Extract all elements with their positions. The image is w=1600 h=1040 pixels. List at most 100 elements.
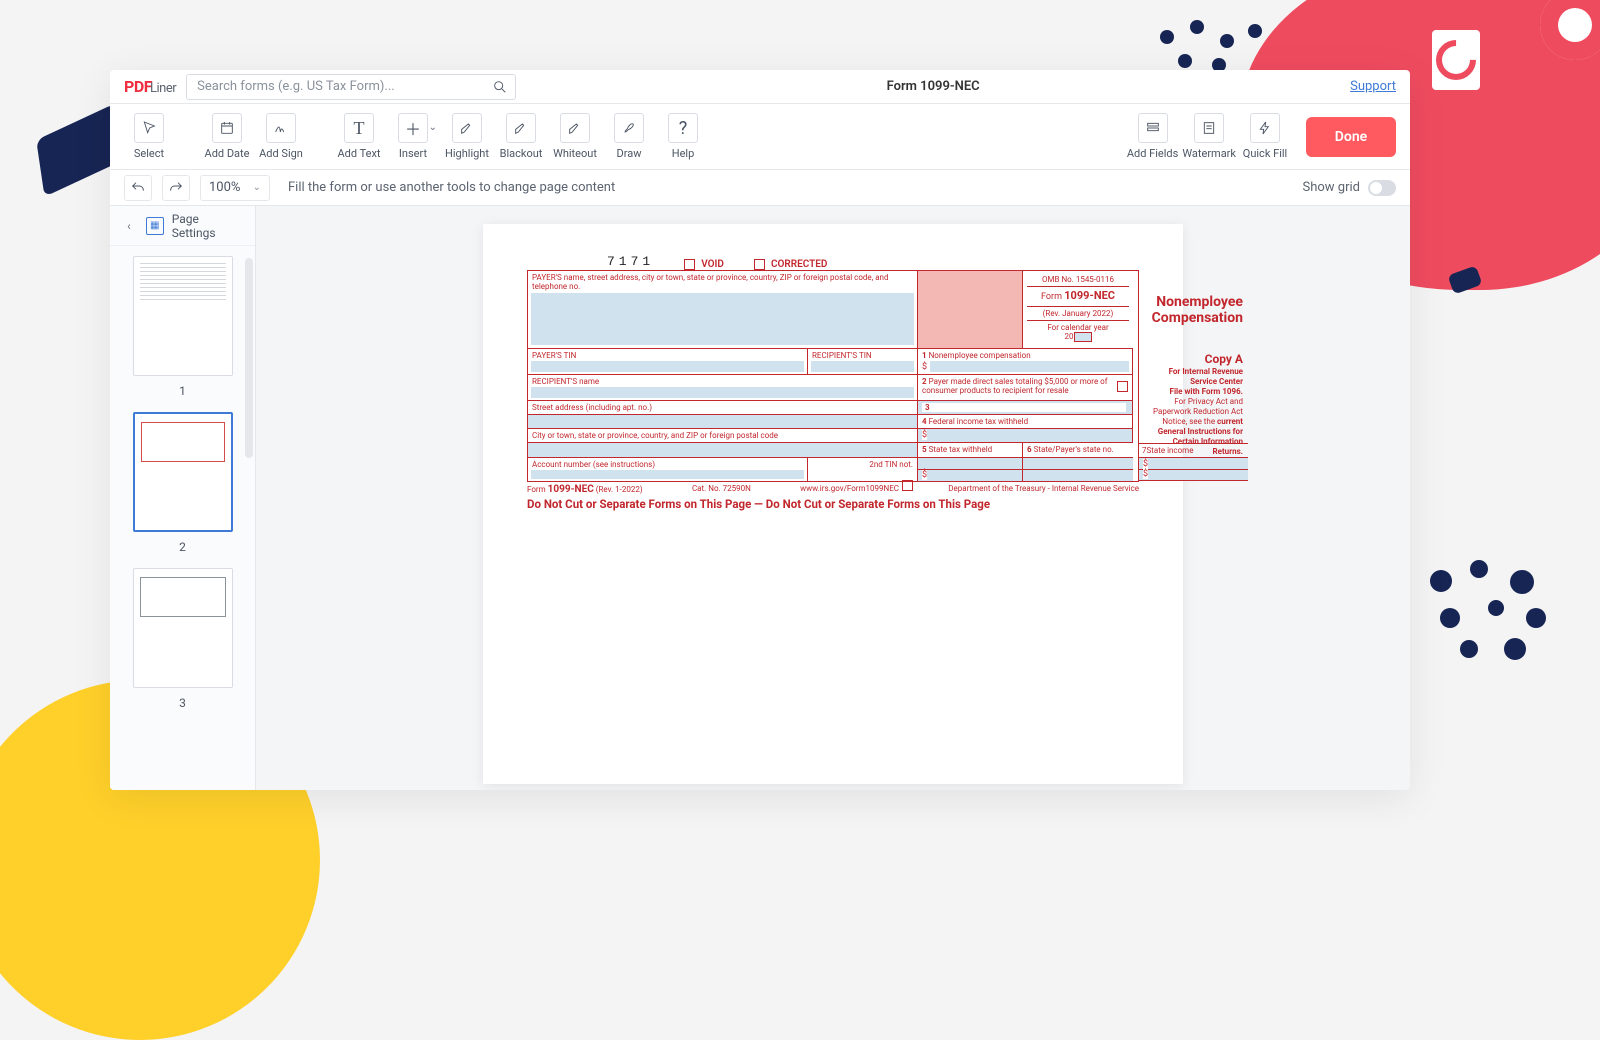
box-6-input[interactable] xyxy=(1023,457,1133,481)
box-1-field[interactable]: 1Nonemployee compensation$ xyxy=(918,349,1133,375)
pink-reserved-cell xyxy=(918,271,1023,349)
document-page[interactable]: 7171 VOID CORRECTED PAYER'S name, street… xyxy=(483,224,1183,784)
highlight-tool[interactable]: Highlight xyxy=(442,111,492,163)
blackout-tool[interactable]: Blackout xyxy=(496,111,546,163)
form-title: NonemployeeCompensation xyxy=(1138,291,1248,329)
brush-icon xyxy=(614,113,644,143)
done-button[interactable]: Done xyxy=(1306,117,1396,157)
page-number-1: 1 xyxy=(122,384,243,398)
do-not-cut-banner: Do Not Cut or Separate Forms on This Pag… xyxy=(527,498,1139,511)
payers-tin-field[interactable]: PAYER'S TIN xyxy=(528,349,808,375)
quick-fill-label: Quick Fill xyxy=(1243,147,1287,160)
document-title: Form 1099-NEC xyxy=(526,79,1340,94)
logo-liner: Liner xyxy=(150,81,176,96)
draw-tool[interactable]: Draw xyxy=(604,111,654,163)
whiteout-label: Whiteout xyxy=(553,147,597,160)
show-grid-toggle[interactable]: Show grid xyxy=(1303,180,1396,196)
search-input[interactable] xyxy=(186,74,516,100)
city-input[interactable] xyxy=(528,443,918,457)
cursor-icon xyxy=(134,113,164,143)
box-4-field[interactable]: 4Federal income tax withheld xyxy=(918,415,1133,429)
add-fields-tool[interactable]: Add Fields xyxy=(1127,111,1178,163)
whiteout-tool[interactable]: Whiteout xyxy=(550,111,600,163)
question-icon: ? xyxy=(668,113,698,143)
box-6-field[interactable]: 6State/Payer's state no. xyxy=(1023,443,1133,457)
blackout-label: Blackout xyxy=(500,147,543,160)
select-tool[interactable]: Select xyxy=(124,111,174,163)
calendar-icon xyxy=(212,113,242,143)
main-area: ‹ ▦ Page Settings 1 2 3 7171 VOID xyxy=(110,206,1410,790)
box-7-input[interactable]: $$ xyxy=(1138,457,1248,481)
add-sign-label: Add Sign xyxy=(259,147,303,160)
payer-address-field[interactable]: PAYER'S name, street address, city or to… xyxy=(528,271,918,349)
page-thumbnail-1[interactable] xyxy=(133,256,233,376)
quick-fill-tool[interactable]: Quick Fill xyxy=(1240,111,1290,163)
page-number-3: 3 xyxy=(122,696,243,710)
topbar: PDFLiner Form 1099-NEC Support xyxy=(110,70,1410,104)
highlighter-icon xyxy=(452,113,482,143)
search-field-wrap xyxy=(186,74,516,100)
page-thumbnail-2[interactable] xyxy=(133,412,233,532)
box-3-field[interactable]: 3 xyxy=(918,401,1133,415)
sidebar-header: ‹ ▦ Page Settings xyxy=(110,206,255,246)
support-link[interactable]: Support xyxy=(1350,79,1396,94)
box-5-input[interactable]: $$ xyxy=(918,457,1023,481)
fields-icon xyxy=(1138,113,1168,143)
whiteout-icon xyxy=(560,113,590,143)
scrollbar[interactable] xyxy=(245,258,253,458)
box-5-field[interactable]: 5State tax withheld xyxy=(918,443,1023,457)
insert-tool[interactable]: ＋⌄ Insert xyxy=(388,111,438,163)
watermark-tool[interactable]: Watermark xyxy=(1182,111,1236,163)
recipients-tin-field[interactable]: RECIPIENT'S TIN xyxy=(808,349,918,375)
void-checkbox[interactable]: VOID xyxy=(684,259,724,271)
thumbnail-list[interactable]: 1 2 3 xyxy=(110,246,255,790)
corrected-checkbox[interactable]: CORRECTED xyxy=(754,259,827,271)
help-label: Help xyxy=(672,147,695,160)
box-7-field[interactable]: 7State income xyxy=(1138,443,1248,457)
select-label: Select xyxy=(134,147,164,160)
document-canvas[interactable]: 7171 VOID CORRECTED PAYER'S name, street… xyxy=(256,206,1410,790)
account-number-field[interactable]: Account number (see instructions) xyxy=(528,457,808,481)
form-id-block: OMB No. 1545-0116 Form 1099-NEC (Rev. Ja… xyxy=(1023,271,1133,349)
plus-icon: ＋⌄ xyxy=(398,113,428,143)
page-number-2: 2 xyxy=(122,540,243,554)
text-icon: T xyxy=(344,113,374,143)
page-thumbnail-3[interactable] xyxy=(133,568,233,688)
search-icon[interactable] xyxy=(492,79,508,99)
lightning-icon xyxy=(1250,113,1280,143)
add-fields-label: Add Fields xyxy=(1127,147,1178,160)
brand-logo: PDFLiner xyxy=(124,77,176,96)
page-settings-icon: ▦ xyxy=(146,217,164,235)
add-text-tool[interactable]: T Add Text xyxy=(334,111,384,163)
toggle-switch[interactable] xyxy=(1368,180,1396,196)
street-address-field[interactable]: Street address (including apt. no.) xyxy=(528,401,918,415)
zoom-select[interactable]: 100% ⌄ xyxy=(200,175,270,201)
help-tool[interactable]: ? Help xyxy=(658,111,708,163)
recipients-name-field[interactable]: RECIPIENT'S name xyxy=(528,375,918,401)
toolbar: Select Add Date Add Sign T Add Text ＋⌄ I… xyxy=(110,104,1410,170)
subtoolbar: 100% ⌄ Fill the form or use another tool… xyxy=(110,170,1410,206)
street-address-input[interactable] xyxy=(528,415,918,429)
add-sign-tool[interactable]: Add Sign xyxy=(256,111,306,163)
watermark-icon xyxy=(1194,113,1224,143)
subbar-hint: Fill the form or use another tools to ch… xyxy=(288,180,615,195)
blackout-icon xyxy=(506,113,536,143)
logo-pdf: PDF xyxy=(124,77,152,96)
year-input[interactable] xyxy=(1074,332,1092,342)
highlight-label: Highlight xyxy=(445,147,489,160)
show-grid-label: Show grid xyxy=(1303,180,1360,195)
signature-icon xyxy=(266,113,296,143)
chevron-down-icon: ⌄ xyxy=(253,182,261,193)
thumbnails-sidebar: ‹ ▦ Page Settings 1 2 3 xyxy=(110,206,256,790)
city-field[interactable]: City or town, state or province, country… xyxy=(528,429,918,443)
box-4-input[interactable]: $ xyxy=(918,429,1133,443)
page-settings-label[interactable]: Page Settings xyxy=(172,212,245,240)
undo-button[interactable] xyxy=(124,175,152,201)
zoom-value: 100% xyxy=(209,180,240,195)
decorative-dots-right xyxy=(1430,560,1560,670)
second-tin-field[interactable]: 2nd TIN not. xyxy=(808,457,918,481)
box-2-field[interactable]: 2Payer made direct sales totaling $5,000… xyxy=(918,375,1133,401)
add-date-tool[interactable]: Add Date xyxy=(202,111,252,163)
redo-button[interactable] xyxy=(162,175,190,201)
collapse-sidebar-button[interactable]: ‹ xyxy=(120,219,138,233)
